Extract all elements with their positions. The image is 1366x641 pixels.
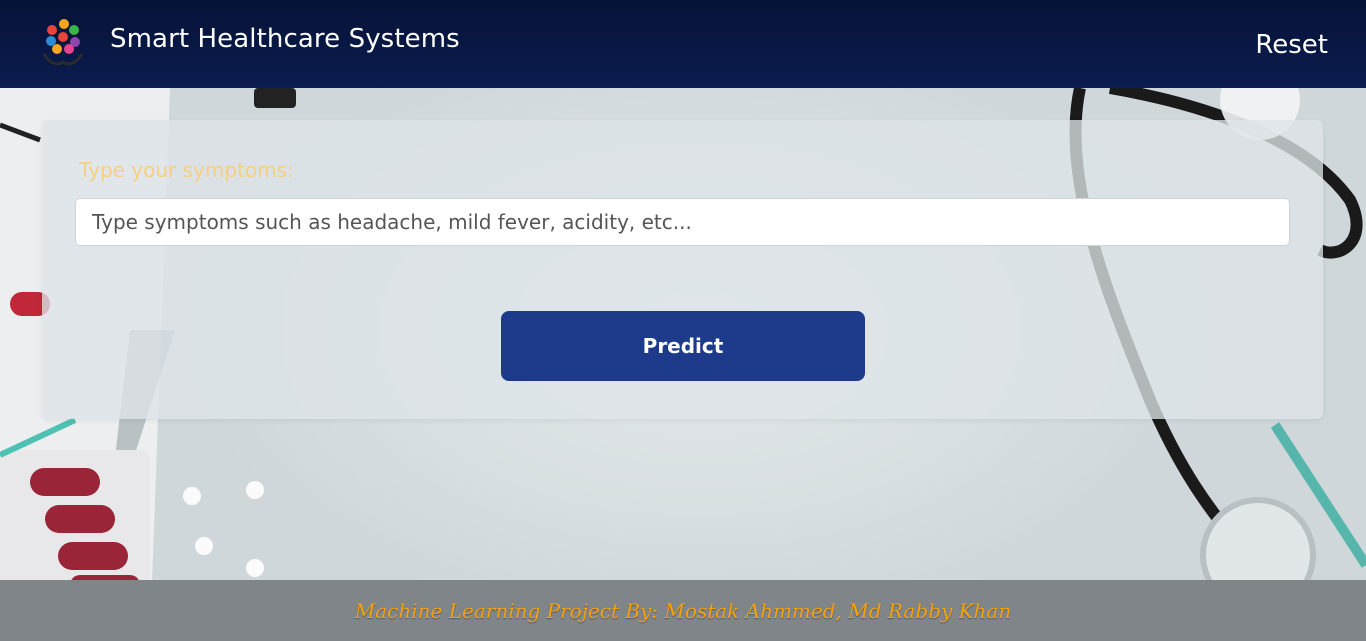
symptom-label: Type your symptoms:: [79, 158, 294, 182]
top-navbar: Smart Healthcare Systems Reset: [0, 0, 1366, 88]
healthcare-hands-icon[interactable]: [40, 16, 86, 68]
symptom-form-card: Type your symptoms: Predict: [42, 120, 1323, 419]
symptom-input[interactable]: [75, 198, 1290, 246]
reset-button[interactable]: Reset: [1255, 30, 1328, 60]
footer: Machine Learning Project By: Mostak Ahmm…: [0, 580, 1366, 641]
footer-credits: Machine Learning Project By: Mostak Ahmm…: [354, 598, 1012, 623]
predict-button[interactable]: Predict: [501, 311, 865, 381]
brand-title[interactable]: Smart Healthcare Systems: [110, 24, 460, 54]
